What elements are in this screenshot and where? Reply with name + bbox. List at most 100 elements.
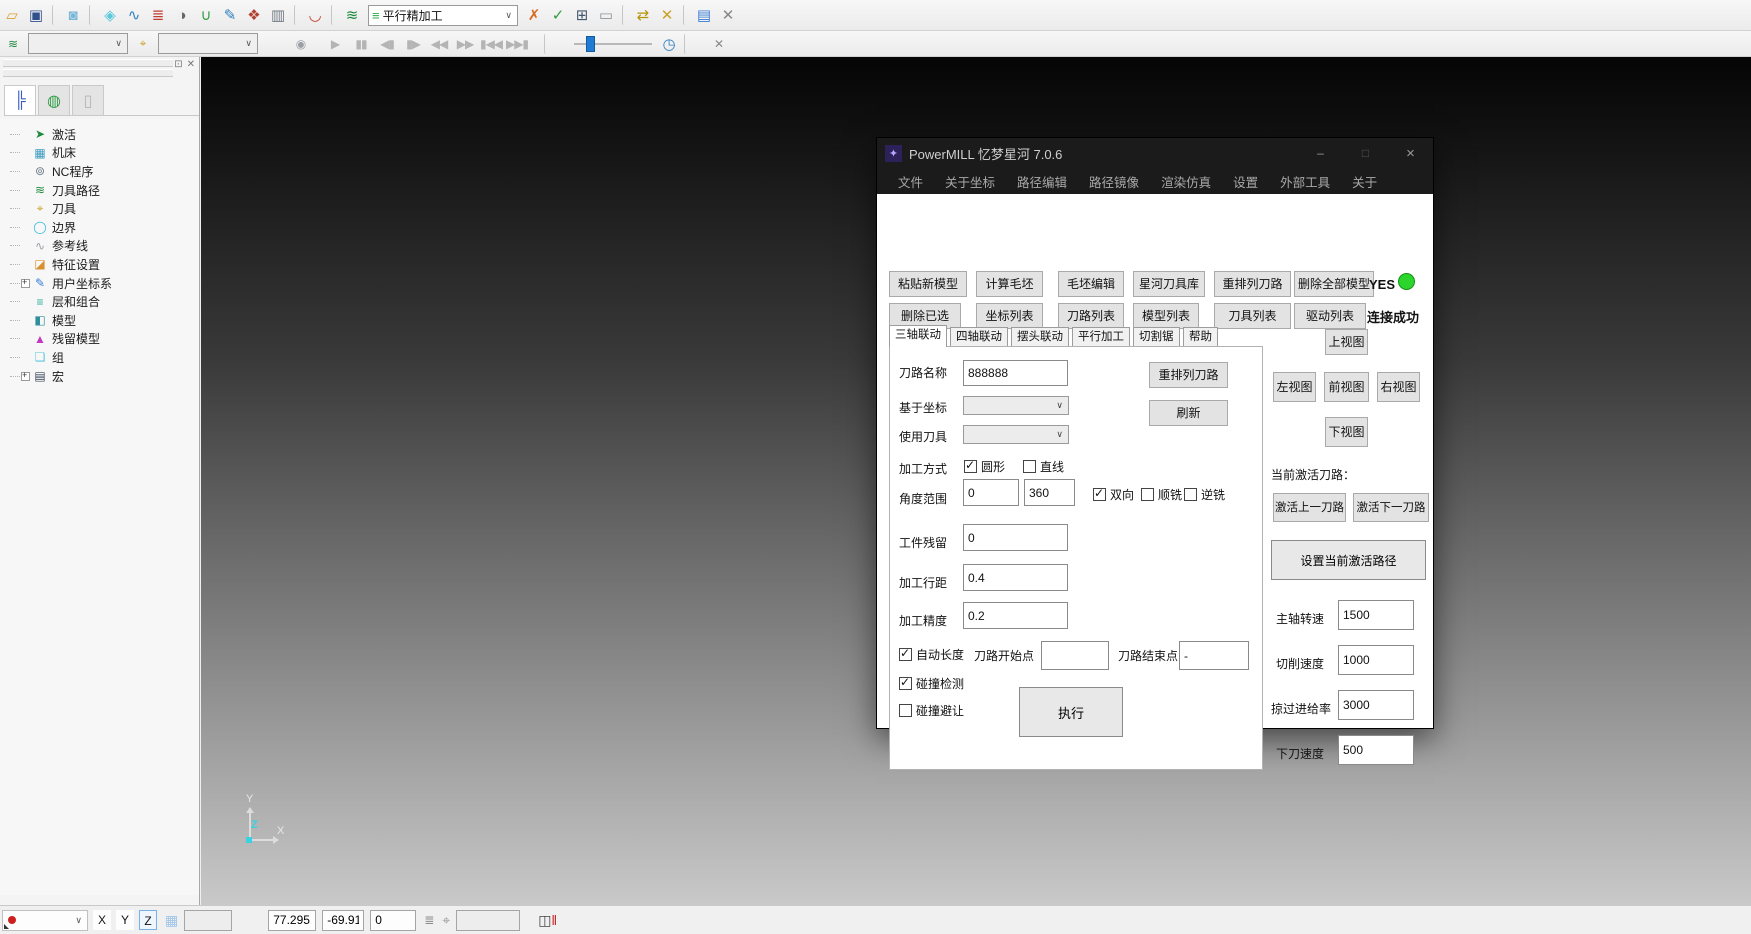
tree-item-levels[interactable]: ≡ 层和组合	[6, 292, 199, 311]
rearrange-toolpath-button[interactable]: 重排列刀路	[1149, 362, 1228, 388]
tree-item-stock-model[interactable]: ▲ 残留模型	[6, 330, 199, 349]
active-toolpath-combo[interactable]: ≡ 平行精加工 ∨	[368, 5, 518, 26]
panel-close-icon[interactable]: ✕	[187, 59, 195, 70]
coord-z-field[interactable]	[370, 910, 416, 931]
circle-checkbox[interactable]	[964, 460, 977, 473]
tree-item-group[interactable]: ❏ 组	[6, 348, 199, 367]
dialog-button[interactable]: 坐标列表	[976, 303, 1043, 329]
panel-grip-bar[interactable]	[3, 69, 173, 77]
tab[interactable]: 切割锯	[1133, 327, 1180, 347]
measure-arrows-icon[interactable]: ✕	[655, 3, 679, 27]
go-start-icon[interactable]: ▮◀◀	[478, 34, 504, 54]
panel-float-icon[interactable]: ⊡	[174, 59, 182, 70]
shade-bulb-icon[interactable]: ◉	[290, 34, 312, 54]
library-books-icon[interactable]: ▤	[692, 3, 716, 27]
tree-item-macro[interactable]: ▤ 宏	[6, 367, 199, 386]
tree-item-nc-program[interactable]: ⊚ NC程序	[6, 162, 199, 181]
expander-icon[interactable]	[21, 186, 30, 195]
expander-icon[interactable]	[21, 223, 30, 232]
pattern-icon[interactable]: ✎	[218, 3, 242, 27]
locator-icon[interactable]: ⌖	[442, 912, 450, 929]
coord-x-field[interactable]	[268, 910, 316, 931]
bidirectional-checkbox[interactable]	[1093, 488, 1106, 501]
skim-feed-input[interactable]	[1338, 690, 1414, 720]
line-checkbox[interactable]	[1023, 460, 1036, 473]
measure-field[interactable]	[456, 910, 520, 931]
angle-from-input[interactable]	[963, 479, 1019, 506]
menu-item[interactable]: 外部工具	[1269, 172, 1341, 191]
page-icon[interactable]: ◫‖	[538, 912, 557, 929]
end-point-input[interactable]	[1179, 641, 1249, 670]
play-icon[interactable]: ▶	[322, 34, 348, 54]
expander-icon[interactable]	[21, 260, 30, 269]
expander-icon[interactable]	[21, 148, 30, 157]
conventional-checkbox[interactable]	[1184, 488, 1197, 501]
panel-grip-bar[interactable]	[3, 59, 173, 67]
dialog-button[interactable]: 毛坯编辑	[1058, 271, 1124, 297]
expander-icon[interactable]	[21, 372, 30, 381]
tree-item-workplane[interactable]: ✎ 用户坐标系	[6, 274, 199, 293]
chevron-down-icon[interactable]: ∨	[240, 38, 257, 49]
activate-prev-button[interactable]: 激活上一刀路	[1273, 493, 1346, 522]
view-left-button[interactable]: 左视图	[1273, 372, 1316, 402]
expander-icon[interactable]	[21, 279, 30, 288]
separator[interactable]	[622, 5, 629, 25]
separator[interactable]	[52, 5, 59, 25]
close-sim-toolbar-icon[interactable]: ✕	[708, 34, 730, 54]
cutting-speed-input[interactable]	[1338, 645, 1414, 675]
menu-item[interactable]: 渲染仿真	[1150, 172, 1222, 191]
separator[interactable]	[89, 5, 96, 25]
sim-toolpath-combo[interactable]: ∨	[28, 33, 128, 54]
auto-length-checkbox[interactable]	[899, 648, 912, 661]
simulation-speed-slider[interactable]	[574, 35, 652, 53]
grid-snap-icon[interactable]: ▦	[165, 912, 178, 929]
globe-tab[interactable]: ◍	[38, 85, 70, 115]
execute-button[interactable]: 执行	[1019, 687, 1123, 737]
explorer-tree-tab[interactable]: ╠	[4, 85, 36, 115]
close-toolbar-icon[interactable]: ✕	[716, 3, 740, 27]
stock-remain-input[interactable]	[963, 524, 1068, 551]
tool-ball-icon[interactable]: ◑	[170, 3, 194, 27]
tool-arc-icon[interactable]: ◡	[303, 3, 327, 27]
menu-item[interactable]: 设置	[1222, 172, 1269, 191]
save-project-icon[interactable]: ▣	[24, 3, 48, 27]
chevron-down-icon[interactable]: ∨	[110, 38, 127, 49]
tolerance-input[interactable]	[963, 602, 1068, 629]
view-right-button[interactable]: 右视图	[1377, 372, 1420, 402]
chevron-down-icon[interactable]: ∨	[500, 10, 517, 21]
climb-checkbox[interactable]	[1141, 488, 1154, 501]
chevron-down-icon[interactable]: ∨	[1056, 429, 1068, 440]
collision-check-checkbox[interactable]	[899, 677, 912, 690]
expander-icon[interactable]	[21, 130, 30, 139]
toolpath-icon[interactable]: ≋	[340, 3, 364, 27]
menu-item[interactable]: 文件	[887, 172, 934, 191]
start-point-input[interactable]	[1041, 641, 1109, 670]
tab[interactable]: 摆头联动	[1011, 327, 1069, 347]
tab[interactable]: 平行加工	[1072, 327, 1130, 347]
rapid-move-icon[interactable]: ∿	[122, 3, 146, 27]
open-project-icon[interactable]: ▱	[0, 3, 24, 27]
tree-item-activate[interactable]: ➤ 激活	[6, 125, 199, 144]
view-bottom-button[interactable]: 下视图	[1325, 417, 1368, 447]
ruler-icon[interactable]: ▭	[594, 3, 618, 27]
based-coord-combo[interactable]: ∨	[963, 396, 1069, 415]
coord-y-field[interactable]	[322, 910, 364, 931]
rewind-icon[interactable]: ◀◀	[426, 34, 452, 54]
stepover-input[interactable]	[963, 564, 1068, 591]
tree-item-pattern[interactable]: ∿ 参考线	[6, 237, 199, 256]
view-top-button[interactable]: 上视图	[1325, 329, 1368, 355]
sim-speed-clock-icon[interactable]: ◷	[658, 34, 680, 54]
axis-z-button[interactable]: Z	[139, 910, 157, 930]
boundary-icon[interactable]: ∪	[194, 3, 218, 27]
plunge-speed-input[interactable]	[1338, 735, 1414, 765]
axis-x-button[interactable]: X	[93, 910, 111, 930]
step-forward-icon[interactable]: ▮▶	[400, 34, 426, 54]
dialog-button[interactable]: 粘贴新模型	[889, 271, 967, 297]
toolpath-name-input[interactable]	[963, 360, 1068, 386]
separator[interactable]	[294, 5, 301, 25]
tree-item-feature-set[interactable]: ◪ 特征设置	[6, 255, 199, 274]
expander-icon[interactable]	[21, 297, 30, 306]
tree-item-boundary[interactable]: ◯ 边界	[6, 218, 199, 237]
dialog-button[interactable]: 删除全部模型	[1294, 271, 1374, 297]
viewport-3d[interactable]: Y X Z ✦ PowerMILL 忆梦星河 7.0.6 – □ × 文	[201, 57, 1751, 905]
